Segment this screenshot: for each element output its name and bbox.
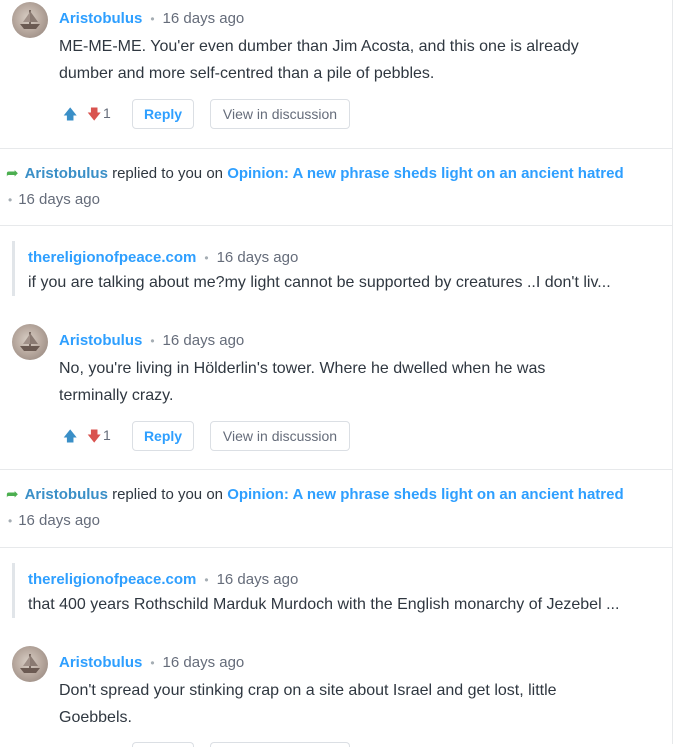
notification-line: ➦ Aristobulus replied to you on Opinion: … xyxy=(6,484,624,506)
meta-dot: • xyxy=(8,514,13,528)
notification-line: ➦ Aristobulus replied to you on Opinion: … xyxy=(6,163,624,185)
author-link[interactable]: Aristobulus xyxy=(59,10,142,27)
timestamp[interactable]: 16 days ago xyxy=(217,571,299,588)
downvote-count: 1 xyxy=(103,427,111,443)
comment-text-line: Don't spread your stinking crap on a sit… xyxy=(59,682,557,699)
timestamp[interactable]: 16 days ago xyxy=(163,332,245,349)
meta-dot: • xyxy=(8,193,13,207)
ship-icon xyxy=(20,332,40,351)
meta-dot: • xyxy=(150,334,155,348)
comment-meta: Aristobulus • 16 days ago xyxy=(59,653,244,673)
arrow-down-icon[interactable]: 🡇 xyxy=(87,104,101,128)
article-link[interactable]: Opinion: A new phrase sheds light on an … xyxy=(227,486,623,503)
view-in-discussion-button-partial[interactable] xyxy=(210,742,350,747)
meta-dot: • xyxy=(204,573,209,587)
meta-dot: • xyxy=(204,251,209,265)
meta-dot: • xyxy=(150,656,155,670)
avatar[interactable] xyxy=(12,646,48,682)
meta-dot: • xyxy=(150,12,155,26)
timestamp[interactable]: 16 days ago xyxy=(163,654,245,671)
comment-text-line: No, you're living in Hölderlin's tower. … xyxy=(59,360,546,377)
notification-text: replied to you on xyxy=(112,486,224,503)
reply-arrow-icon: ➦ xyxy=(6,165,19,182)
comment-meta: Aristobulus • 16 days ago xyxy=(59,331,244,351)
quote-bar xyxy=(12,241,15,296)
reply-button[interactable]: Reply xyxy=(132,421,194,451)
notification-time: • 16 days ago xyxy=(8,512,100,529)
divider xyxy=(0,148,673,149)
author-link[interactable]: Aristobulus xyxy=(59,332,142,349)
quoted-text[interactable]: that 400 years Rothschild Marduk Murdoch… xyxy=(28,593,658,617)
author-link[interactable]: Aristobulus xyxy=(25,486,108,503)
ship-icon xyxy=(20,654,40,673)
view-in-discussion-button[interactable]: View in discussion xyxy=(210,421,350,451)
divider xyxy=(0,225,673,226)
comment-text-line: terminally crazy. xyxy=(59,387,174,404)
ship-icon xyxy=(20,10,40,29)
quoted-author-link[interactable]: thereligionofpeace.com xyxy=(28,571,196,588)
arrow-up-icon[interactable]: 🡅 xyxy=(63,426,77,450)
quote-bar xyxy=(12,563,15,618)
avatar[interactable] xyxy=(12,2,48,38)
quote-meta: thereligionofpeace.com • 16 days ago xyxy=(28,248,298,268)
reply-button-partial[interactable] xyxy=(132,742,194,747)
timestamp[interactable]: 16 days ago xyxy=(163,10,245,27)
comment-text: No, you're living in Hölderlin's tower. … xyxy=(59,355,619,409)
timestamp: 16 days ago xyxy=(18,191,100,208)
comment-text: ME-ME-ME. You'er even dumber than Jim Ac… xyxy=(59,33,619,87)
reply-button[interactable]: Reply xyxy=(132,99,194,129)
quote-meta: thereligionofpeace.com • 16 days ago xyxy=(28,570,298,590)
view-in-discussion-button[interactable]: View in discussion xyxy=(210,99,350,129)
timestamp[interactable]: 16 days ago xyxy=(217,249,299,266)
comment-text-line: dumber and more self-centred than a pile… xyxy=(59,65,435,82)
divider xyxy=(0,469,673,470)
arrow-up-icon[interactable]: 🡅 xyxy=(63,104,77,128)
avatar[interactable] xyxy=(12,324,48,360)
comment-text: Don't spread your stinking crap on a sit… xyxy=(59,677,619,731)
quoted-author-link[interactable]: thereligionofpeace.com xyxy=(28,249,196,266)
divider xyxy=(0,547,673,548)
notification-time: • 16 days ago xyxy=(8,191,100,208)
quoted-text[interactable]: if you are talking about me?my light can… xyxy=(28,271,658,295)
downvote-count: 1 xyxy=(103,105,111,121)
timestamp: 16 days ago xyxy=(18,512,100,529)
reply-arrow-icon: ➦ xyxy=(6,486,19,503)
article-link[interactable]: Opinion: A new phrase sheds light on an … xyxy=(227,165,623,182)
comment-meta: Aristobulus • 16 days ago xyxy=(59,9,244,29)
author-link[interactable]: Aristobulus xyxy=(25,165,108,182)
comment-text-line: Goebbels. xyxy=(59,709,132,726)
author-link[interactable]: Aristobulus xyxy=(59,654,142,671)
arrow-down-icon[interactable]: 🡇 xyxy=(87,426,101,450)
notification-text: replied to you on xyxy=(112,165,224,182)
comment-text-line: ME-ME-ME. You'er even dumber than Jim Ac… xyxy=(59,38,579,55)
